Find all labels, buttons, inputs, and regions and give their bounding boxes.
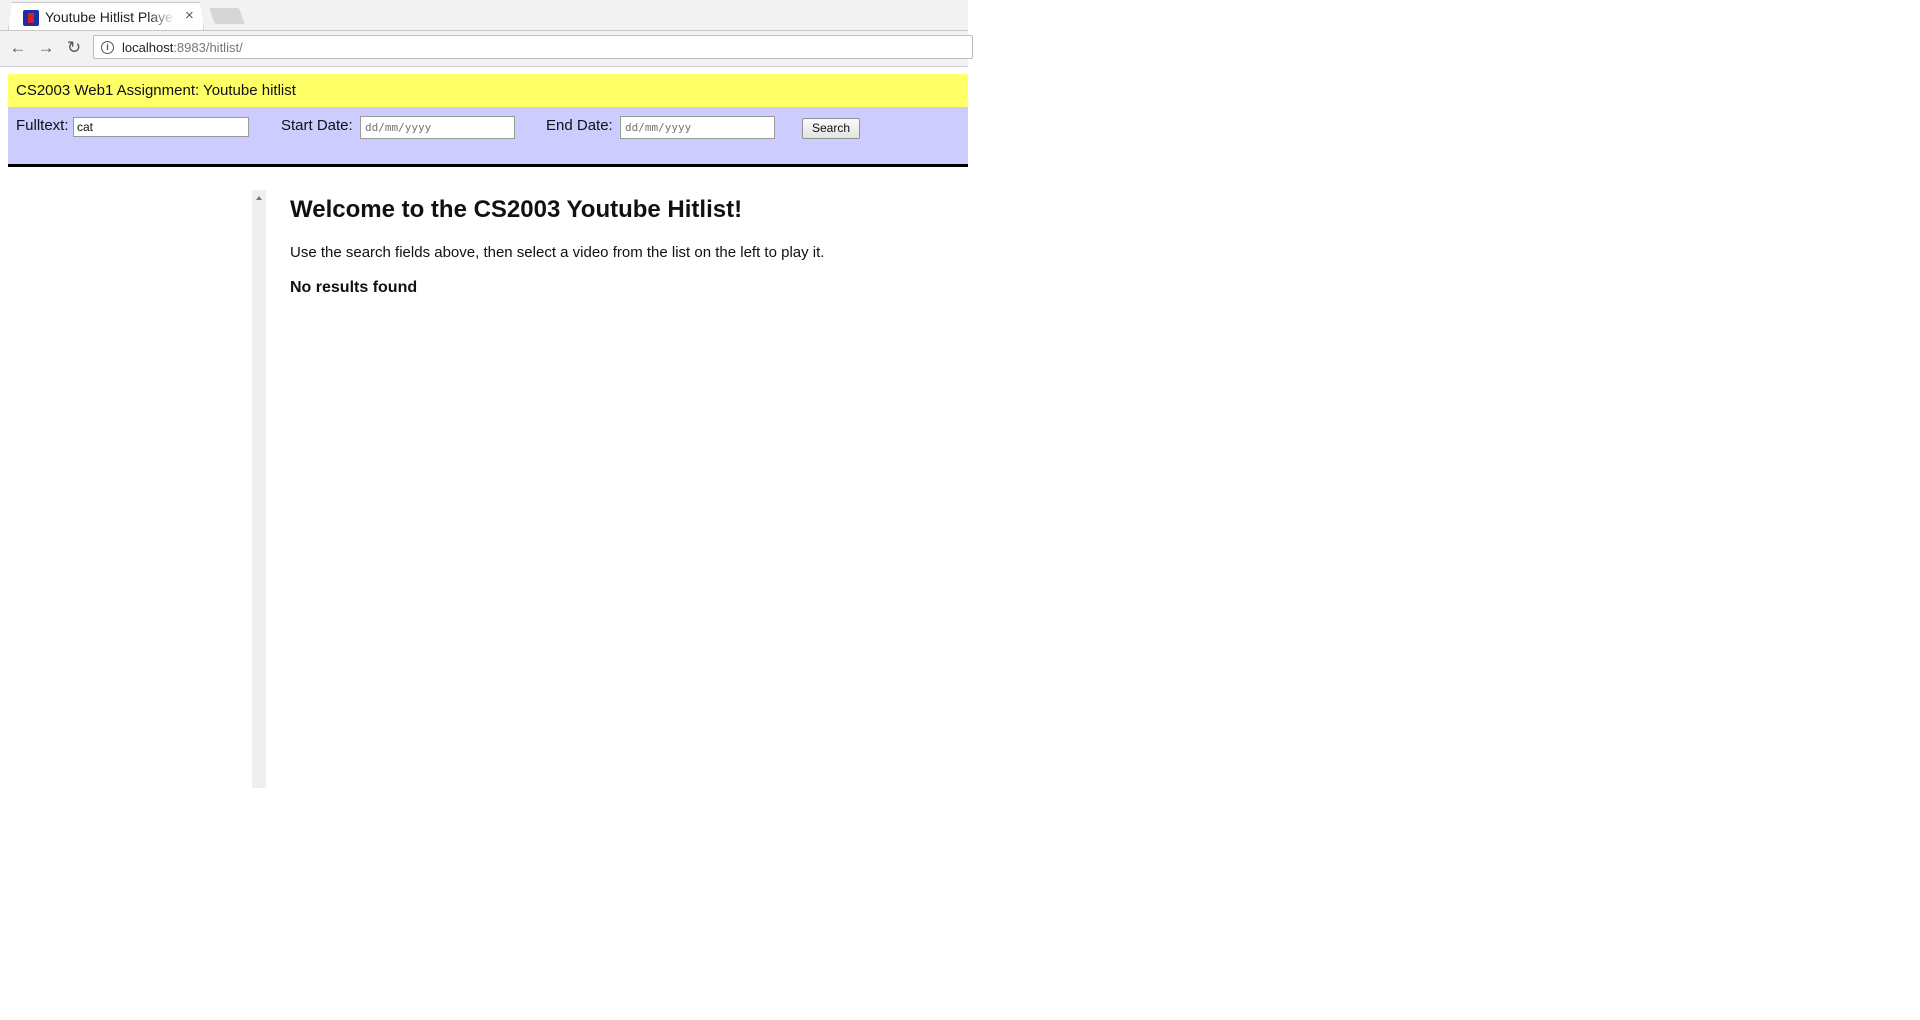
url-text: localhost:8983/hitlist/ — [122, 40, 243, 55]
end-date-input[interactable] — [620, 116, 775, 139]
url-path: :8983/hitlist/ — [173, 40, 243, 55]
tab-strip: Youtube Hitlist Player × — [0, 0, 968, 31]
tab-title: Youtube Hitlist Player — [45, 9, 175, 25]
url-host: localhost — [122, 40, 174, 55]
address-bar[interactable]: i localhost:8983/hitlist/ — [93, 35, 973, 59]
scroll-up-icon[interactable] — [256, 196, 262, 200]
start-date-label: Start Date: — [281, 117, 353, 134]
results-status: No results found — [290, 279, 418, 296]
results-list-scrollbar[interactable] — [252, 190, 266, 788]
main-content: Welcome to the CS2003 Youtube Hitlist! U… — [290, 196, 960, 297]
reload-icon[interactable]: ↻ — [63, 37, 85, 59]
browser-chrome: Youtube Hitlist Player × ← → ↻ i localho… — [0, 0, 973, 67]
fulltext-label: Fulltext: — [16, 117, 69, 134]
new-tab-button[interactable] — [209, 8, 245, 24]
info-icon[interactable]: i — [101, 41, 114, 54]
browser-tab[interactable]: Youtube Hitlist Player × — [8, 2, 204, 30]
browser-toolbar: ← → ↻ i localhost:8983/hitlist/ — [0, 31, 973, 67]
assignment-banner: CS2003 Web1 Assignment: Youtube hitlist — [8, 74, 968, 107]
intro-text: Use the search fields above, then select… — [290, 244, 825, 261]
search-button[interactable]: Search — [802, 118, 860, 139]
favicon-icon — [23, 10, 39, 26]
start-date-input[interactable] — [360, 116, 515, 139]
back-icon[interactable]: ← — [7, 37, 29, 59]
close-tab-icon[interactable]: × — [185, 7, 194, 24]
page-title: Welcome to the CS2003 Youtube Hitlist! — [290, 196, 743, 223]
fulltext-input[interactable] — [73, 117, 249, 137]
search-bar: Fulltext: Start Date: End Date: Search — [8, 107, 968, 167]
end-date-label: End Date: — [546, 117, 613, 134]
forward-icon[interactable]: → — [35, 37, 57, 59]
